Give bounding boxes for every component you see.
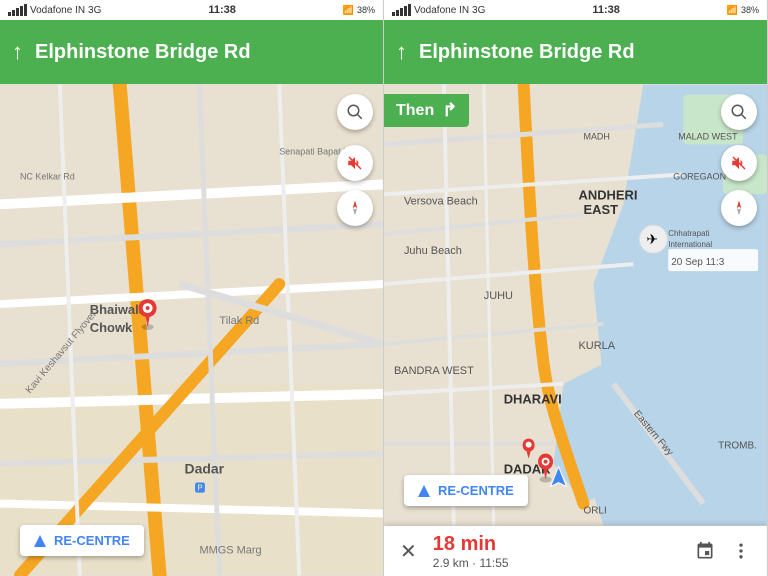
- svg-text:Dadar: Dadar: [185, 461, 225, 477]
- svg-text:Tilak Rd: Tilak Rd: [219, 315, 259, 327]
- right-time: 11:38: [592, 4, 620, 16]
- svg-text:MMGS Marg: MMGS Marg: [199, 544, 261, 556]
- svg-text:ANDHERI: ANDHERI: [578, 187, 637, 202]
- svg-text:Chhatrapati: Chhatrapati: [668, 229, 709, 238]
- trip-duration: 18 min: [433, 533, 695, 556]
- svg-text:MADH: MADH: [583, 131, 609, 141]
- right-status-bar: Vodafone IN 3G 11:38 📶 38%: [384, 0, 767, 20]
- right-mute-button[interactable]: [721, 145, 757, 181]
- left-network: 3G: [88, 5, 101, 16]
- right-signal-icon: 📶: [727, 5, 738, 16]
- svg-text:Versova Beach: Versova Beach: [404, 195, 478, 207]
- right-recentre-label: RE-CENTRE: [438, 483, 514, 498]
- left-mute-button[interactable]: [337, 145, 373, 181]
- left-compass-button[interactable]: [337, 190, 373, 226]
- svg-text:🅿: 🅿: [194, 482, 205, 495]
- right-header: ↑ Elphinstone Bridge Rd: [384, 20, 767, 84]
- left-header: ↑ Elphinstone Bridge Rd: [0, 20, 383, 84]
- right-carrier: Vodafone IN 3G: [392, 4, 485, 16]
- trip-details: 2.9 km · 11:55: [433, 556, 695, 570]
- route-options-icon[interactable]: [695, 541, 715, 561]
- left-destination-title: Elphinstone Bridge Rd: [35, 40, 251, 64]
- left-direction-arrow: ↑: [12, 39, 23, 65]
- right-phone: Vodafone IN 3G 11:38 📶 38% ↑ Elphinstone…: [384, 0, 768, 576]
- svg-text:Juhu Beach: Juhu Beach: [404, 245, 462, 257]
- right-destination-title: Elphinstone Bridge Rd: [419, 40, 635, 64]
- svg-text:DHARAVI: DHARAVI: [504, 392, 562, 407]
- svg-text:Bhaiwala: Bhaiwala: [90, 302, 147, 317]
- svg-text:International: International: [668, 240, 712, 249]
- left-recentre-label: RE-CENTRE: [54, 533, 130, 548]
- svg-text:JUHU: JUHU: [484, 290, 513, 302]
- svg-text:EAST: EAST: [583, 202, 618, 217]
- svg-text:KURLA: KURLA: [578, 340, 615, 352]
- then-text: Then: [396, 102, 434, 120]
- bottom-bar-icons: [695, 541, 751, 561]
- left-battery: 38%: [357, 5, 375, 15]
- left-status-bar: Vodafone IN 3G 11:38 📶 38%: [0, 0, 383, 20]
- then-banner: Then ↱: [384, 94, 469, 127]
- bottom-navigation-bar: ✕ 18 min 2.9 km · 11:55: [384, 526, 767, 576]
- svg-text:BANDRA WEST: BANDRA WEST: [394, 365, 474, 377]
- svg-text:MALAD WEST: MALAD WEST: [678, 131, 738, 141]
- left-carrier-name: Vodafone IN: [30, 5, 85, 16]
- right-carrier-name: Vodafone IN: [414, 5, 469, 16]
- svg-text:ORLI: ORLI: [583, 505, 606, 516]
- right-network: 3G: [472, 5, 485, 16]
- right-search-button[interactable]: [721, 94, 757, 130]
- svg-text:Chowk: Chowk: [90, 320, 133, 335]
- right-status-icons: 📶 38%: [727, 5, 759, 16]
- svg-text:GOREGAON: GOREGAON: [673, 171, 726, 181]
- right-direction-arrow: ↑: [396, 39, 407, 65]
- right-compass-button[interactable]: [721, 190, 757, 226]
- right-map: Versova Beach Juhu Beach ANDHERI EAST JU…: [384, 84, 767, 526]
- left-time: 11:38: [208, 4, 236, 16]
- left-recentre-button[interactable]: RE-CENTRE: [20, 525, 144, 556]
- svg-text:NC Kelkar Rd: NC Kelkar Rd: [20, 171, 75, 181]
- svg-text:✈: ✈: [646, 231, 658, 247]
- left-carrier: Vodafone IN 3G: [8, 4, 101, 16]
- then-arrow-icon: ↱: [442, 100, 457, 121]
- close-button[interactable]: ✕: [400, 539, 417, 564]
- right-recentre-icon: [418, 485, 430, 497]
- left-status-icons: 📶 38%: [343, 5, 375, 16]
- left-phone: Vodafone IN 3G 11:38 📶 38% ↑ Elphinstone…: [0, 0, 384, 576]
- left-recentre-icon: [34, 535, 46, 547]
- svg-text:20 Sep 11:3: 20 Sep 11:3: [671, 257, 724, 268]
- trip-info: 18 min 2.9 km · 11:55: [433, 533, 695, 570]
- left-map: Bhaiwala Chowk Dadar 🅿 Tilak Rd Kavi Kes…: [0, 84, 383, 576]
- svg-text:TROMB.: TROMB.: [718, 441, 757, 452]
- right-recentre-button[interactable]: RE-CENTRE: [404, 475, 528, 506]
- left-signal-icon: 📶: [343, 5, 354, 16]
- more-options-icon[interactable]: [731, 541, 751, 561]
- right-battery: 38%: [741, 5, 759, 15]
- left-search-button[interactable]: [337, 94, 373, 130]
